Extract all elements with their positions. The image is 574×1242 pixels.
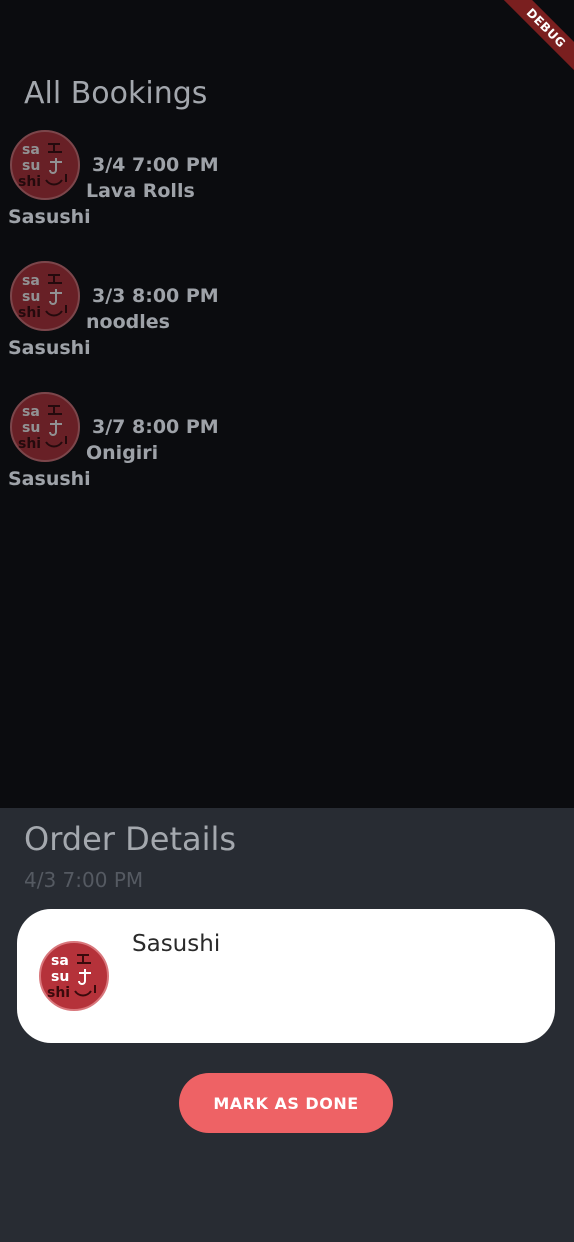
- booking-item[interactable]: 3/3 8:00 PM noodles Sasushi: [0, 261, 320, 371]
- order-restaurant-name: Sasushi: [132, 931, 221, 957]
- booking-datetime: 3/4 7:00 PM: [92, 154, 219, 176]
- restaurant-logo: [10, 261, 80, 331]
- booking-item-name: Lava Rolls: [86, 180, 195, 202]
- booking-item-name: Onigiri: [86, 442, 159, 464]
- booking-restaurant: Sasushi: [8, 206, 91, 228]
- order-details-sheet: Order Details 4/3 7:00 PM Sasushi MARK A…: [0, 808, 574, 1242]
- booking-datetime: 3/7 8:00 PM: [92, 416, 219, 438]
- booking-restaurant: Sasushi: [8, 468, 91, 490]
- booking-restaurant: Sasushi: [8, 337, 91, 359]
- booking-item[interactable]: 3/4 7:00 PM Lava Rolls Sasushi: [0, 130, 320, 240]
- restaurant-logo: [10, 130, 80, 200]
- restaurant-logo: [39, 941, 109, 1011]
- order-details-title: Order Details: [24, 820, 237, 858]
- order-details-datetime: 4/3 7:00 PM: [24, 868, 144, 892]
- booking-datetime: 3/3 8:00 PM: [92, 285, 219, 307]
- debug-banner: DEBUG: [494, 0, 574, 80]
- debug-banner-label: DEBUG: [496, 0, 574, 78]
- page-title: All Bookings: [24, 76, 208, 111]
- restaurant-logo: [10, 392, 80, 462]
- order-card[interactable]: Sasushi: [17, 909, 555, 1043]
- booking-item[interactable]: 3/7 8:00 PM Onigiri Sasushi: [0, 392, 320, 502]
- mark-as-done-button[interactable]: MARK AS DONE: [179, 1073, 393, 1133]
- booking-item-name: noodles: [86, 311, 170, 333]
